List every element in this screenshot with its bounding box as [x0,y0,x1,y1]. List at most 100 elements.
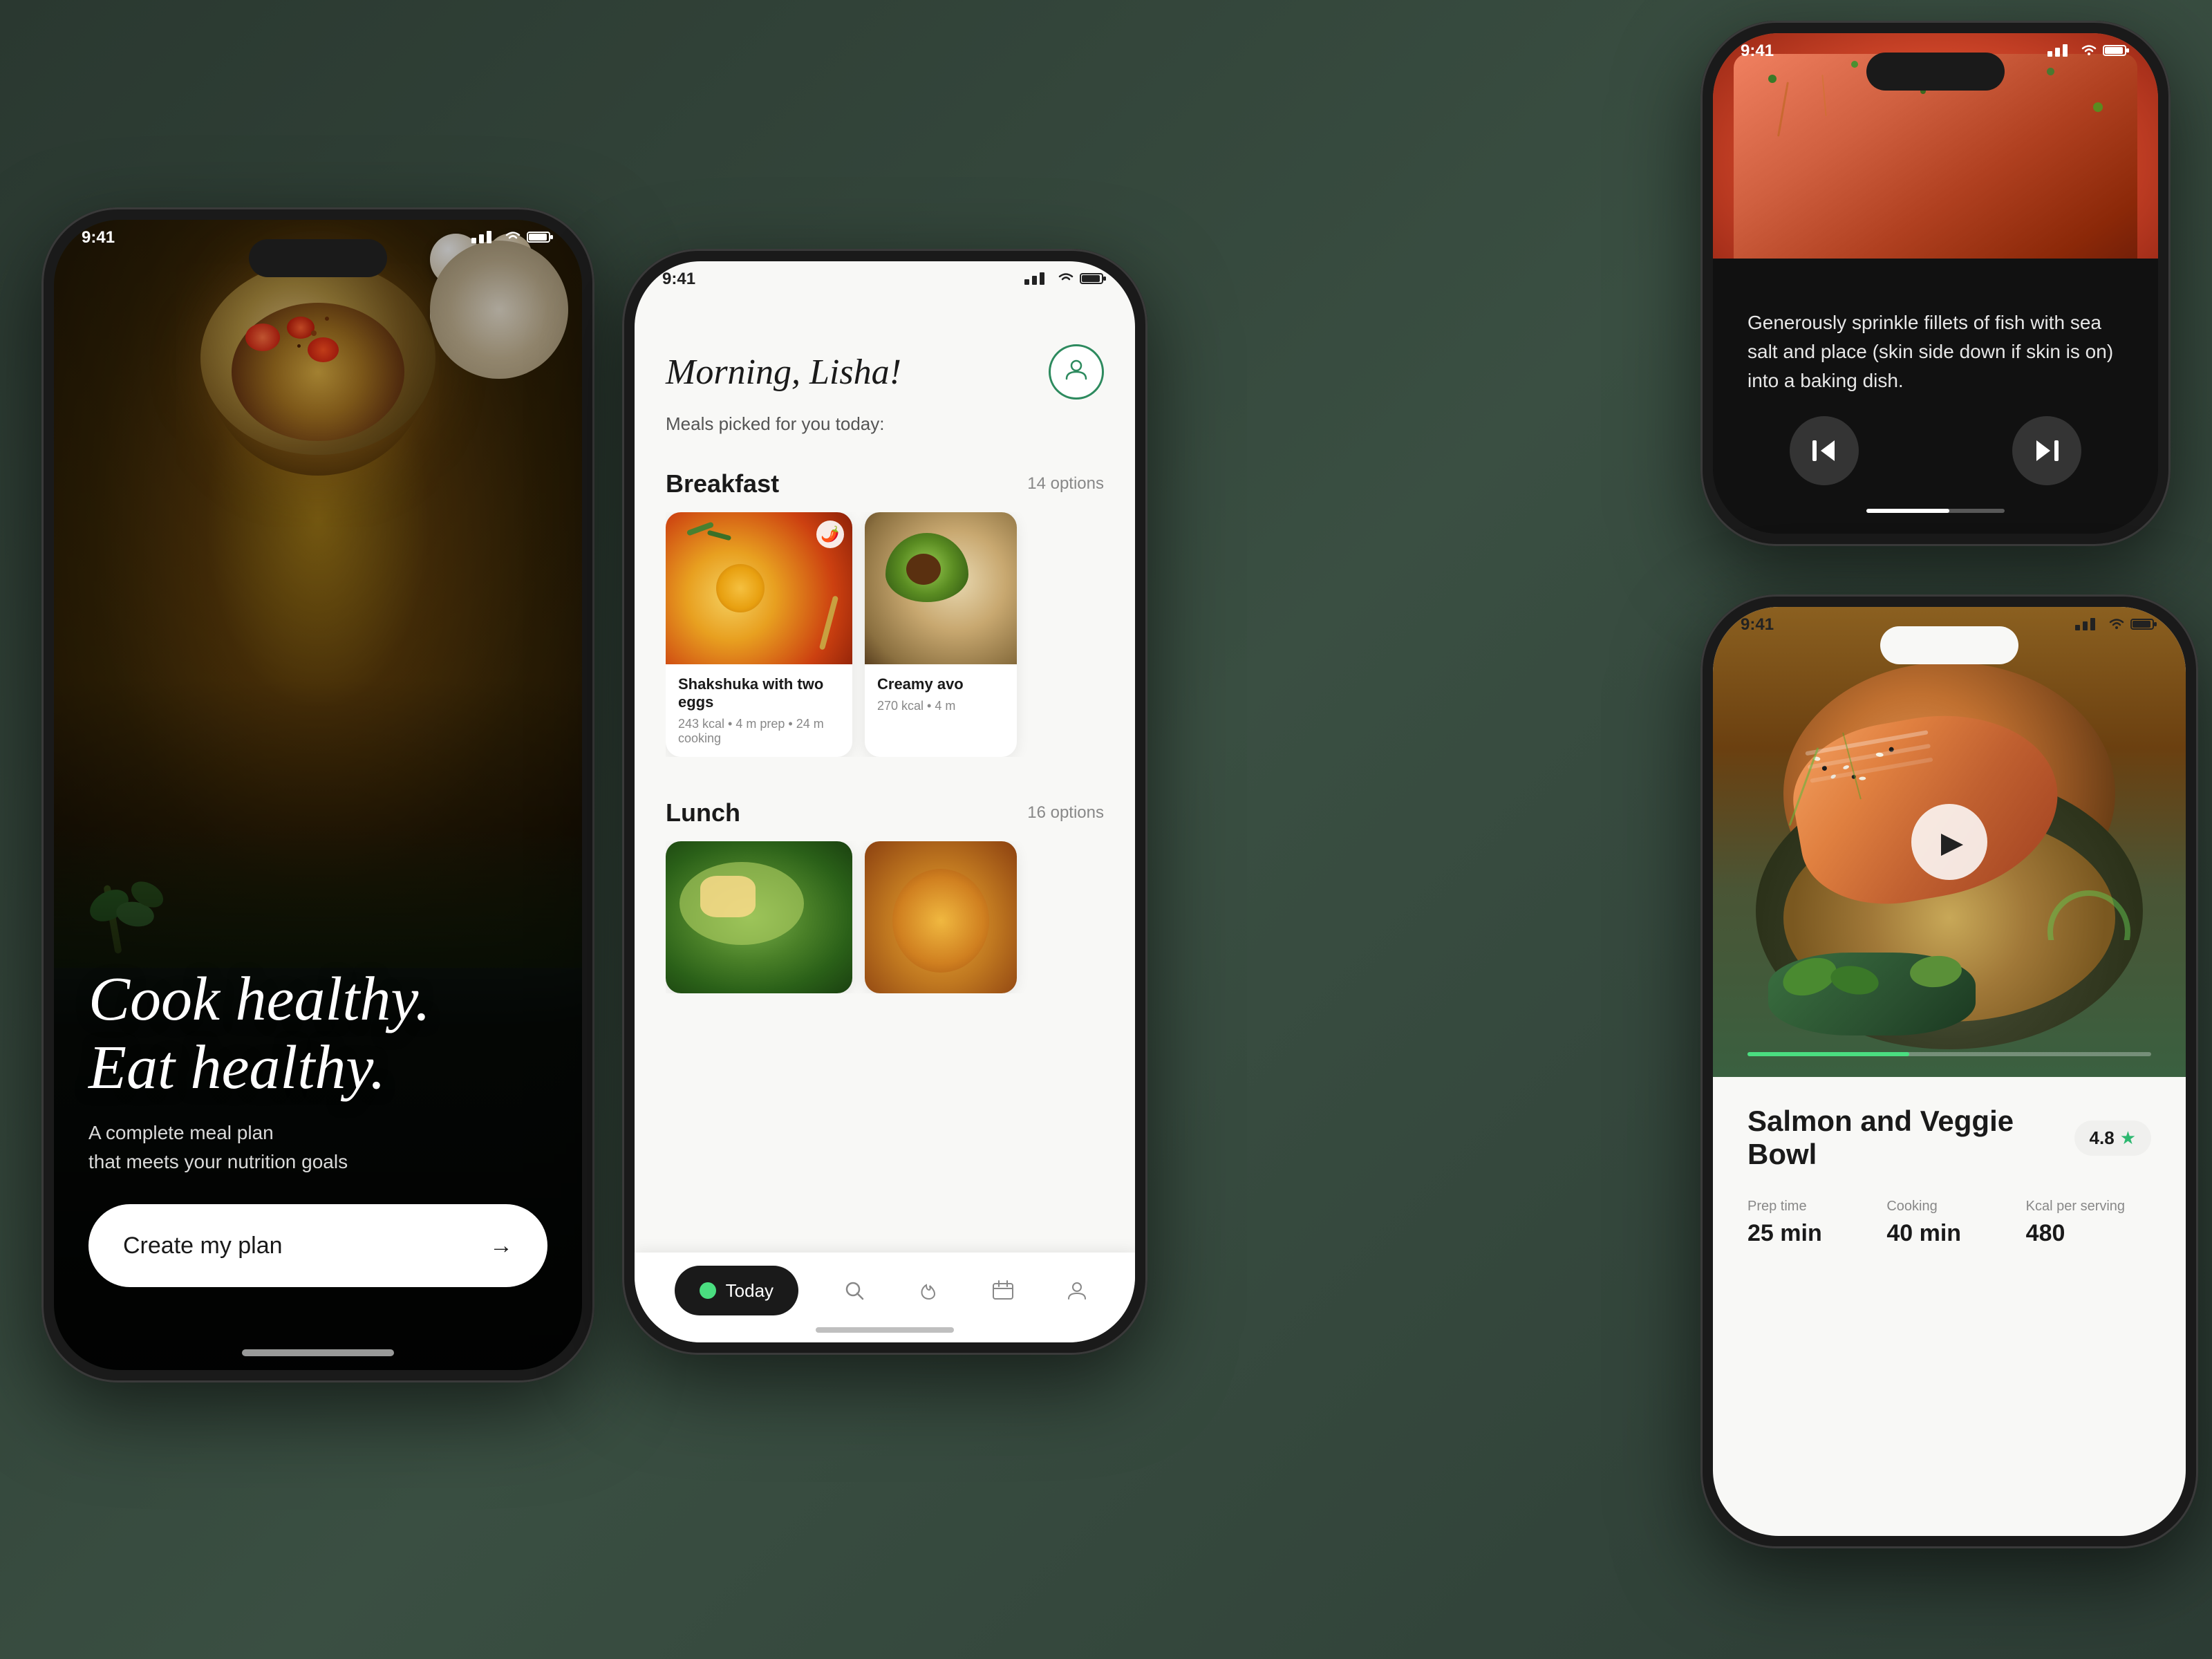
user-icon [1064,357,1089,382]
cooking-label: Cooking [1886,1199,2012,1215]
bottom-nav: Today [635,1253,1135,1342]
status-icons-p4 [2075,617,2158,630]
calendar-icon-nav [991,1278,1015,1303]
profile-nav-button[interactable] [1059,1273,1095,1309]
search-icon-nav [842,1278,867,1303]
headline: Cook healthy. Eat healthy. [88,965,547,1102]
prep-time-label: Prep time [1747,1199,1873,1215]
status-icons-p2 [1024,271,1107,285]
lunch-title: Lunch [666,798,740,827]
signal-icon-p1 [471,229,499,243]
phone-welcome: 9:41 [41,207,594,1382]
video-progress-fill [1747,1052,1909,1056]
instruction-area: Generously sprinkle fillets of fish with… [1747,308,2124,395]
video-progress-bar [1747,1052,2151,1056]
lunch-options: 16 options [1027,803,1104,823]
status-time-p4: 9:41 [1741,615,1774,635]
phone-recipe-detail: ▶ Salmon and Veggie Bowl 4.8 ★ Pr [1700,594,2198,1548]
today-label: Today [726,1280,774,1302]
calendar-nav-button[interactable] [985,1273,1021,1309]
lunch-header: Lunch 16 options [666,798,1104,827]
search-nav-button[interactable] [836,1273,872,1309]
star-icon: ★ [2120,1127,2136,1149]
create-plan-button[interactable]: Create my plan → [88,1204,547,1287]
creamy-avo-info: Creamy avo 270 kcal • 4 m [865,664,1017,724]
phone-mealplan-screen: 9:41 [635,261,1135,1342]
phone-recipe-steps: 9:41 [1700,21,2171,546]
lunch-card-1-image [666,841,852,993]
creamy-avo-bg-art [865,512,1017,664]
playback-controls [1713,416,2158,485]
status-bar-phone1: 9:41 [54,220,582,275]
battery-icon-p1 [527,229,554,243]
lunch-card-1[interactable] [666,841,852,993]
kcal-stat: Kcal per serving 480 [2026,1199,2151,1247]
breakfast-options: 14 options [1027,474,1104,494]
lunch-cards [666,841,1104,993]
soup-bg-art [865,841,1017,993]
creamy-avo-name: Creamy avo [877,675,1004,693]
cooking-stat: Cooking 40 min [1886,1199,2012,1247]
create-plan-label: Create my plan [123,1232,283,1259]
hero-text: Cook healthy. Eat healthy. A complete me… [88,965,547,1177]
recipe-name: Salmon and Veggie Bowl [1747,1105,2074,1171]
creamy-avo-card[interactable]: Creamy avo 270 kcal • 4 m [865,512,1017,757]
creamy-avo-meta: 270 kcal • 4 m [877,699,1004,713]
home-indicator-p1 [242,1349,394,1356]
play-button[interactable]: ▶ [1911,804,1987,880]
rating-number: 4.8 [2090,1127,2115,1149]
recipe-info: Salmon and Veggie Bowl 4.8 ★ Prep time 2… [1713,1077,2186,1275]
phone-recipe-steps-screen: 9:41 [1713,33,2158,534]
battery-icon-p3 [2103,43,2130,57]
today-nav-button[interactable]: Today [675,1266,798,1315]
prev-step-button[interactable] [1790,416,1859,485]
lunch-bg-art [666,841,852,993]
shakshuka-card[interactable]: 🌶️ Shakshuka with two eggs 243 kcal • 4 … [666,512,852,757]
instruction-text: Generously sprinkle fillets of fish with… [1747,308,2124,395]
cta-area: Create my plan → [88,1204,547,1287]
kcal-label: Kcal per serving [2026,1199,2151,1215]
status-bar-phone4: 9:41 [1713,607,2186,662]
prep-time-stat: Prep time 25 min [1747,1199,1873,1247]
wifi-icon-p2 [1058,271,1074,285]
status-time-p2: 9:41 [662,270,695,289]
prep-time-value: 25 min [1747,1220,1873,1247]
battery-icon-p4 [2130,617,2158,630]
lunch-card-2[interactable] [865,841,1017,993]
next-step-button[interactable] [2012,416,2081,485]
lunch-section: Lunch 16 options [635,785,1135,1000]
prev-icon [1808,435,1840,467]
status-bar-phone2: 9:41 [635,261,1135,317]
recipe-header: Salmon and Veggie Bowl 4.8 ★ [1747,1105,2151,1171]
battery-icon-p2 [1080,271,1107,285]
recipe-progress [1866,509,2005,513]
signal-icon-p3 [2047,43,2075,57]
shakshuka-name: Shakshuka with two eggs [678,675,840,711]
avatar-button[interactable] [1049,344,1104,400]
play-icon: ▶ [1941,825,1963,859]
lunch-card-2-image [865,841,1017,993]
shakshuka-image: 🌶️ [666,512,852,664]
wifi-icon-p3 [2081,43,2097,57]
mealplan-header: Morning, Lisha! [635,317,1135,413]
nav-today-dot [700,1282,716,1299]
shakshuka-info: Shakshuka with two eggs 243 kcal • 4 m p… [666,664,852,757]
breakfast-title: Breakfast [666,469,779,498]
create-plan-arrow: → [489,1232,513,1259]
shakshuka-meta: 243 kcal • 4 m prep • 24 m cooking [678,717,840,746]
next-icon [2031,435,2063,467]
flame-icon-nav [917,1278,941,1303]
signal-icon-p4 [2075,617,2103,630]
signal-icon-p2 [1024,271,1052,285]
wifi-icon-p4 [2108,617,2125,630]
explore-nav-button[interactable] [911,1273,947,1309]
spicy-badge: 🌶️ [816,521,844,548]
mealplan-subtitle: Meals picked for you today: [635,413,1135,456]
avatar-icon [1064,357,1089,388]
greens-art [1768,953,1976,1035]
status-icons-p3 [2047,43,2130,57]
phone-mealplan: 9:41 [622,249,1147,1355]
rating-badge: 4.8 ★ [2074,1121,2151,1156]
status-icons-p1 [471,229,554,243]
subtitle: A complete meal plan that meets your nut… [88,1118,547,1177]
